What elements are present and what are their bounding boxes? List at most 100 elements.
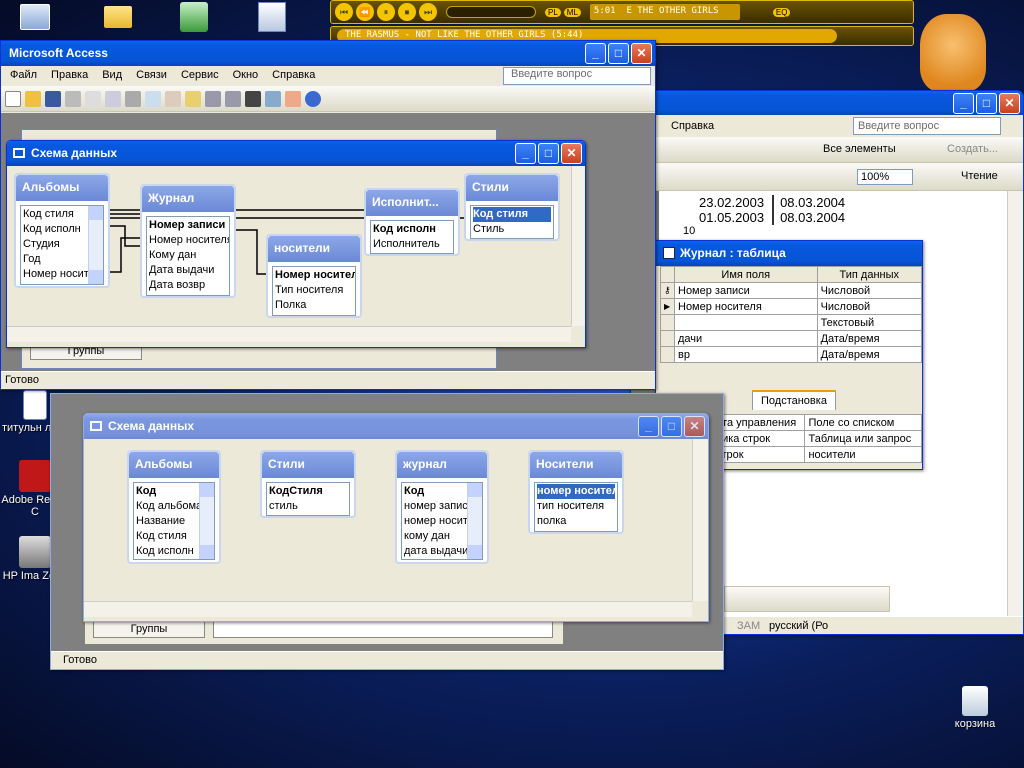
reading-button[interactable]: Чтение [961,170,998,182]
new-object-icon[interactable] [285,90,301,107]
field-name-cell[interactable] [674,314,818,331]
rel-field-list[interactable]: КодСтиля стиль [266,482,350,516]
field-type-cell[interactable]: Дата/время [816,330,922,347]
relationships-vertical-scrollbar[interactable] [571,166,585,326]
table-row[interactable]: дачи Дата/время [660,330,922,347]
maximize-button[interactable]: □ [661,416,682,437]
field-type-cell[interactable]: Текстовый [816,314,922,331]
eq-toggle[interactable]: EQ [772,7,791,17]
delete-icon[interactable] [245,90,261,107]
list-item[interactable]: Полка [275,298,353,313]
rel-table-carriers[interactable]: носители Номер носителя Тип носителя Пол… [266,234,362,318]
list-item[interactable]: Кому дан [149,248,227,263]
list-item[interactable]: Код исполн [373,222,451,237]
rel-field-list[interactable]: номер носителя тип носителя полка [534,482,618,532]
maximize-button[interactable]: □ [608,43,629,64]
word-ask-input[interactable]: Введите вопрос [853,117,1001,135]
minimize-button[interactable]: _ [515,143,536,164]
field-type-cell[interactable]: Дата/время [816,346,922,363]
rel-field-list[interactable]: Код исполн Исполнитель [370,220,454,254]
close-button[interactable]: ✕ [999,93,1020,114]
zoom-dropdown[interactable]: 100% [857,169,913,185]
menu-view[interactable]: Вид [95,69,129,86]
desktop-icon-mycomputer[interactable] [20,4,50,30]
rel-table-styles[interactable]: Стили Код стиля Стиль [464,173,560,241]
list-item[interactable]: Дата выдачи [149,263,227,278]
groups-tab[interactable]: Группы [93,620,205,638]
paste-icon[interactable] [165,90,181,107]
list-scrollbar[interactable] [467,483,482,559]
rel-table-styles-2[interactable]: Стили КодСтиля стиль [260,450,356,518]
copy-icon[interactable] [145,90,161,107]
help-icon[interactable] [305,90,321,107]
pl-toggle[interactable]: PL [545,7,561,17]
preview-icon[interactable] [85,90,101,107]
table-row[interactable]: ▶ Номер носителя Числовой [660,298,922,315]
list-item[interactable]: Стиль [473,222,551,237]
field-name-cell[interactable]: вр [674,346,818,363]
field-name-cell[interactable]: Номер записи [674,282,818,299]
menu-relations[interactable]: Связи [129,69,174,86]
print-icon[interactable] [65,90,81,107]
all-relations-icon[interactable] [225,90,241,107]
show-table-icon[interactable] [185,90,201,107]
list-item[interactable]: КодСтиля [269,484,347,499]
rel-field-list[interactable]: Код стиля Стиль [470,205,554,239]
rel-table-journal-2[interactable]: журнал Код номер записи номер носите ком… [395,450,489,564]
database-window-icon[interactable] [265,90,281,107]
volume-slider[interactable] [446,6,536,18]
ask-question-input[interactable]: Введите вопрос [503,67,651,85]
menu-file[interactable]: Файл [3,69,44,86]
list-item[interactable]: стиль [269,499,347,514]
list-item-selected[interactable]: номер носителя [537,484,617,499]
list-item[interactable]: Исполнитель [373,237,451,252]
list-scrollbar[interactable] [199,483,214,559]
minimize-button[interactable]: _ [585,43,606,64]
close-button[interactable]: ✕ [684,416,705,437]
open-icon[interactable] [25,90,41,107]
tab-lookup[interactable]: Подстановка [752,390,836,410]
rewind-button[interactable]: ⏪ [356,3,374,21]
all-elements-dropdown[interactable]: Все элементы [823,143,896,155]
rel-table-artists[interactable]: Исполнит... Код исполн Исполнитель [364,188,460,256]
rel-field-list[interactable]: Код номер записи номер носите кому дан д… [401,482,483,560]
pause-button[interactable]: ⏸ [377,3,395,21]
close-button[interactable]: ✕ [561,143,582,164]
ml-toggle[interactable]: ML [563,7,581,17]
table-row[interactable]: строк носители [711,446,922,463]
desktop-icon-folder[interactable] [104,6,132,28]
relationships-horizontal-scrollbar-2[interactable] [84,601,692,617]
rel-field-list[interactable]: Код стиля Код исполн Студия Год Номер но… [20,205,104,285]
next-button[interactable]: ⏭ [419,3,437,21]
rel-table-journal[interactable]: Журнал Номер записи Номер носителя Кому … [140,184,236,298]
relationships-horizontal-scrollbar[interactable] [7,326,571,342]
table-row[interactable]: ⚷ Номер записи Числовой [660,282,922,299]
field-type-cell[interactable]: Числовой [816,298,922,315]
rel-field-list[interactable]: Номер записи Номер носителя Кому дан Дат… [146,216,230,296]
save-icon[interactable] [45,90,61,107]
new-icon[interactable] [5,90,21,107]
prop-value[interactable]: Таблица или запрос [804,430,922,447]
prop-value[interactable]: носители [804,446,922,463]
prev-button[interactable]: ⏮ [335,3,353,21]
list-item[interactable]: тип носителя [537,499,615,514]
field-name-cell[interactable]: Номер носителя [674,298,818,315]
rel-table-carriers-2[interactable]: Носители номер носителя тип носителя пол… [528,450,624,534]
table-row[interactable]: вр Дата/время [660,346,922,363]
direct-relations-icon[interactable] [205,90,221,107]
groups-field[interactable] [213,620,553,638]
rel-table-albums-2[interactable]: Альбомы Код Код альбома Название Код сти… [127,450,221,564]
close-button[interactable]: ✕ [631,43,652,64]
table-row[interactable]: нта управления Поле со списком [711,414,922,431]
list-item[interactable]: Номер записи [149,218,227,233]
desktop-icon-doc[interactable] [258,2,286,32]
maximize-button[interactable]: □ [538,143,559,164]
field-name-cell[interactable]: дачи [674,330,818,347]
desktop-icon-recycle[interactable]: корзина [940,686,1010,730]
menu-help[interactable]: Справка [671,120,714,132]
list-scrollbar[interactable] [88,206,103,284]
table-row[interactable]: ника строк Таблица или запрос [711,430,922,447]
stop-button[interactable]: ⏹ [398,3,416,21]
spell-icon[interactable] [105,90,121,107]
list-item[interactable]: Дата возвр [149,278,227,293]
